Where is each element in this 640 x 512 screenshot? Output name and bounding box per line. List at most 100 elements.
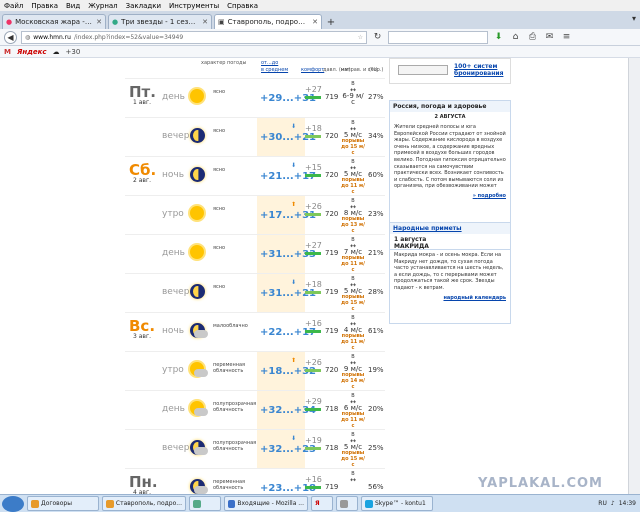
taskbar-item-thunderbird[interactable]: Входящие - Mozilla ... bbox=[224, 496, 308, 511]
taskbar-item-app[interactable] bbox=[189, 496, 221, 511]
weather-icon bbox=[188, 204, 208, 224]
day-part: ночь bbox=[162, 326, 185, 336]
forecast-row: день полупрозрачная облачность +32...+34 +2… bbox=[125, 390, 385, 430]
back-button[interactable]: ◀ bbox=[4, 30, 17, 44]
menu-item-2[interactable]: Вид bbox=[66, 2, 80, 10]
taskbar-item-firefox[interactable]: Ставрополь, подро... bbox=[102, 496, 186, 511]
booking-ad[interactable]: 100+ систем бронирования bbox=[389, 58, 511, 84]
clock[interactable]: 14:39 bbox=[619, 500, 636, 507]
tab-list-chevron-down-icon[interactable]: ▾ bbox=[632, 14, 636, 23]
comfort-value: +18 bbox=[305, 280, 322, 289]
forecast-row: Вс. 3 авг. ночь малооблачно +22...+17 +16 719 В… bbox=[125, 312, 385, 351]
tab-three-stars[interactable]: ●Три звезды - 1 сезон, 5 се...✕ bbox=[108, 14, 212, 29]
wind-cell: В ↔ 5 м/с порывы до 15 м/с bbox=[341, 276, 365, 312]
download-icon[interactable]: ⬇ bbox=[492, 31, 505, 44]
folk-signs-title[interactable]: Народные приметы bbox=[390, 223, 510, 234]
health-box-title: Россия, погода и здоровье bbox=[390, 101, 510, 112]
print-icon[interactable]: ⎙ bbox=[526, 31, 539, 44]
header-humidity: (%) bbox=[369, 67, 378, 73]
home-icon[interactable]: ⌂ bbox=[509, 31, 522, 44]
tab-yaplakal[interactable]: ●Московская жара - ЯПлак...✕ bbox=[2, 14, 106, 29]
close-icon[interactable]: ✕ bbox=[202, 18, 208, 26]
more-label: подробно bbox=[477, 192, 506, 199]
day-part: вечер bbox=[162, 443, 190, 453]
temperature-cell: +30...+21 ⬇ bbox=[257, 118, 316, 157]
scrollbar[interactable] bbox=[628, 58, 640, 494]
wind-cell: В ↔ 6-9 м/с bbox=[341, 81, 365, 106]
ad-label[interactable]: 100+ систем бронирования bbox=[454, 63, 510, 77]
close-icon[interactable]: ✕ bbox=[96, 18, 102, 26]
forecast-header: характер погоды от...до в среднем комфор… bbox=[125, 58, 385, 78]
taskbar-item-folder[interactable]: Договоры bbox=[27, 496, 99, 511]
taskbar-item-misc[interactable] bbox=[336, 496, 358, 511]
weather-chip[interactable]: +30 bbox=[66, 48, 81, 56]
wind-cell: В ↔ 6 м/с порывы до 11 м/с bbox=[341, 393, 365, 429]
header-comfort-link[interactable]: комфорт bbox=[301, 67, 324, 73]
watermark: YAPLAKAL.COM bbox=[478, 476, 603, 491]
taskbar-item-yandex[interactable]: Я bbox=[311, 496, 333, 511]
bookmark-star-icon[interactable]: ☆ bbox=[358, 34, 363, 41]
humidity-value: 20% bbox=[368, 405, 384, 413]
menu-item-0[interactable]: Файл bbox=[4, 2, 23, 10]
health-more-link[interactable]: » подробно bbox=[390, 192, 510, 202]
temperature-cell: +18...+32 ⬆ bbox=[257, 352, 316, 391]
new-tab-button[interactable]: + bbox=[324, 15, 338, 29]
temperature-cell: +31...+33 bbox=[257, 235, 316, 274]
start-button[interactable] bbox=[2, 495, 24, 512]
addon-icon[interactable]: ✉ bbox=[543, 31, 556, 44]
comfort-value: +16 bbox=[305, 319, 322, 328]
language-indicator[interactable]: RU bbox=[598, 500, 607, 507]
condition-text: переменная облачность bbox=[213, 479, 246, 491]
comfort-bar bbox=[305, 291, 321, 294]
weather-icon bbox=[188, 360, 208, 380]
moon-icon bbox=[190, 128, 205, 143]
reload-icon[interactable]: ↻ bbox=[371, 31, 384, 44]
day-part: ночь bbox=[162, 170, 185, 180]
comfort-bar bbox=[305, 174, 321, 177]
menu-item-5[interactable]: Инструменты bbox=[169, 2, 219, 10]
app-icon bbox=[193, 499, 201, 508]
moon-icon bbox=[190, 284, 205, 299]
day-part: вечер bbox=[162, 287, 190, 297]
forecast-table: характер погоды от...до в среднем комфор… bbox=[125, 58, 385, 494]
tab-strip: ●Московская жара - ЯПлак...✕ ●Три звезды… bbox=[0, 11, 640, 29]
taskbar-item-skype[interactable]: Skype™ - kontu1 bbox=[361, 496, 433, 511]
day-date: 2 авг. bbox=[133, 177, 151, 184]
folk-signs-name: МАКРИДА bbox=[394, 243, 429, 250]
tab-stavropol[interactable]: ▣Ставрополь, подробный ...✕ bbox=[214, 14, 322, 29]
yandex-bookmark[interactable]: Яндекс bbox=[17, 48, 47, 56]
temperature-cell: +32...+23 ⬇ bbox=[257, 430, 316, 469]
weather-icon bbox=[188, 126, 208, 146]
volume-icon[interactable]: ♪ bbox=[611, 500, 615, 507]
pressure-value: 719 bbox=[325, 327, 339, 335]
health-box-text: Жители средней полосы и юга Европейской … bbox=[394, 124, 506, 190]
day-part: утро bbox=[162, 209, 184, 219]
menu-item-6[interactable]: Справка bbox=[227, 2, 258, 10]
menu-item-3[interactable]: Журнал bbox=[88, 2, 117, 10]
page-content: характер погоды от...до в среднем комфор… bbox=[0, 58, 640, 494]
wind-cell: В ↔ bbox=[341, 471, 365, 484]
weather-icon bbox=[188, 321, 208, 341]
wind-cell: В ↔ 7 м/с порывы до 11 м/с bbox=[341, 237, 365, 273]
search-input[interactable] bbox=[388, 30, 488, 44]
wind-gust: порывы до 15 м/с bbox=[341, 138, 365, 156]
url-host: www.hmn.ru bbox=[33, 33, 71, 41]
header-range-link[interactable]: от...до bbox=[261, 60, 278, 66]
menu-icon[interactable]: ≡ bbox=[560, 31, 573, 44]
menu-item-1[interactable]: Правка bbox=[31, 2, 58, 10]
wind-gust: порывы до 11 м/с bbox=[341, 333, 365, 351]
misc-icon bbox=[340, 499, 348, 508]
menu-item-4[interactable]: Закладки bbox=[126, 2, 161, 10]
wind-cell: В ↔ 9 м/с порывы до 14 м/с bbox=[341, 354, 365, 390]
folk-calendar-link[interactable]: народный календарь bbox=[390, 294, 510, 304]
gmail-bookmark[interactable]: M bbox=[4, 48, 11, 56]
close-icon[interactable]: ✕ bbox=[312, 18, 318, 26]
header-avg-link[interactable]: в среднем bbox=[261, 67, 288, 73]
forecast-row: Пн. 4 авг. переменная облачность +23...+18 +… bbox=[125, 468, 385, 494]
bookmarks-bar: M Яндекс ☁ +30 bbox=[0, 46, 640, 58]
globe-icon: ◍ bbox=[25, 33, 31, 41]
address-bar[interactable]: ◍ www.hmn.ru/index.php?index=52&value=34… bbox=[21, 30, 367, 44]
day-part: день bbox=[162, 248, 185, 258]
comfort-value: +27 bbox=[305, 241, 322, 250]
comfort-value: +27 bbox=[305, 85, 322, 94]
